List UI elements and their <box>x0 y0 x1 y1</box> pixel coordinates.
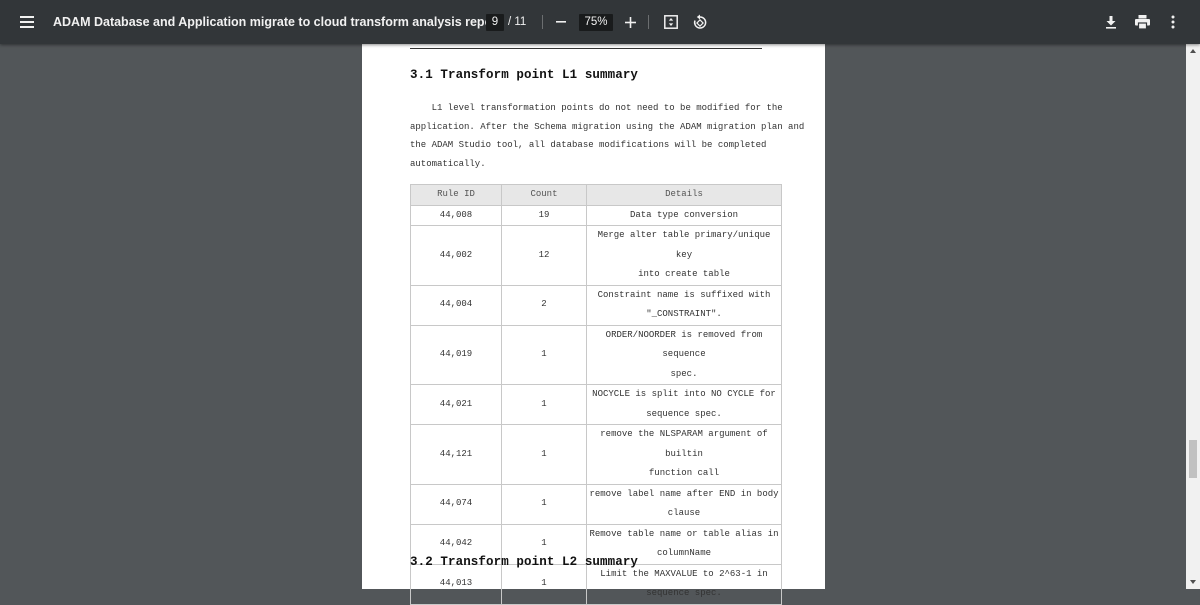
table-row: 44,013 1 Limit the MAXVALUE to 2^63-1 in… <box>410 563 782 605</box>
paragraph-line: application. After the Schema migration … <box>410 121 805 132</box>
menu-icon[interactable] <box>14 9 40 35</box>
scrollbar-thumb[interactable] <box>1189 440 1197 478</box>
details-cell: NOCYCLE is split into NO CYCLE for sequen… <box>586 384 782 425</box>
details-cell: Constraint name is suffixed with "_CONSTR… <box>586 284 782 326</box>
vertical-scrollbar[interactable] <box>1186 44 1200 589</box>
zoom-out-icon[interactable] <box>553 12 569 32</box>
print-icon[interactable] <box>1133 13 1151 31</box>
page-total: / 11 <box>508 16 527 28</box>
rule-id-cell: 44,004 <box>410 284 502 326</box>
toolbar-divider <box>542 15 543 29</box>
table-row: 44,004 2 Constraint name is suffixed wit… <box>410 284 782 326</box>
details-cell: Limit the MAXVALUE to 2^63-1 in sequence … <box>586 563 782 605</box>
column-header-count: Count <box>501 184 587 206</box>
paragraph-line: automatically. <box>410 158 486 169</box>
scroll-down-arrow-icon[interactable] <box>1186 575 1200 589</box>
table-row: 44,019 1 ORDER/NOORDER is removed from s… <box>410 324 782 385</box>
rules-table: Rule ID Count Details 44,008 19 Data typ… <box>410 184 782 605</box>
column-header-rule-id: Rule ID <box>410 184 502 206</box>
rotate-icon[interactable] <box>690 12 710 32</box>
more-options-icon[interactable] <box>1165 13 1181 31</box>
rule-id-cell: 44,008 <box>410 204 502 226</box>
table-row: 44,074 1 remove label name after END in … <box>410 483 782 525</box>
rule-id-cell: 44,002 <box>410 225 502 286</box>
pdf-toolbar: ADAM Database and Application migrate to… <box>0 0 1200 44</box>
details-line: Remove table name or table alias in <box>589 528 779 539</box>
document-title: ADAM Database and Application migrate to… <box>53 15 502 29</box>
details-line: ORDER/NOORDER is removed from sequence <box>605 329 763 360</box>
details-line: Constraint name is suffixed with <box>597 289 771 300</box>
table-row: 44,008 19 Data type conversion <box>410 204 782 226</box>
table-row: 44,121 1 remove the NLSPARAM argument of… <box>410 424 782 485</box>
table-row: 44,002 12 Merge alter table primary/uniq… <box>410 225 782 286</box>
details-line: spec. <box>670 368 698 379</box>
table-header-row: Rule ID Count Details <box>410 184 782 206</box>
count-cell: 19 <box>501 204 587 226</box>
details-cell: remove label name after END in body claus… <box>586 483 782 525</box>
details-line: NOCYCLE is split into NO CYCLE for <box>592 389 776 399</box>
toolbar-divider <box>648 15 649 29</box>
count-cell: 1 <box>501 424 587 485</box>
count-cell: 2 <box>501 284 587 326</box>
details-line: Data type conversion <box>629 209 739 220</box>
paragraph-line: the ADAM Studio tool, all database modif… <box>410 140 767 150</box>
paragraph-line: L1 level transformation points do not ne… <box>410 103 783 113</box>
details-line: remove label name after END in body <box>589 488 779 499</box>
pdf-page: 3.1 Transform point L1 summary L1 level … <box>362 44 825 605</box>
page-top-rule <box>410 48 762 49</box>
details-line: into create table <box>638 269 730 279</box>
table-row: 44,021 1 NOCYCLE is split into NO CYCLE … <box>410 384 782 425</box>
column-header-details: Details <box>586 184 782 206</box>
count-cell: 12 <box>501 225 587 286</box>
count-cell: 1 <box>501 483 587 525</box>
count-cell: 1 <box>501 324 587 385</box>
details-line: sequence spec. <box>646 408 722 419</box>
details-line: clause <box>667 508 701 518</box>
details-cell: Merge alter table primary/unique key into… <box>586 225 782 286</box>
details-line: sequence spec. <box>646 588 722 598</box>
details-line: function call <box>648 468 720 478</box>
scroll-up-arrow-icon[interactable] <box>1186 44 1200 58</box>
page-number-input[interactable]: 9 <box>486 14 504 31</box>
count-cell: 1 <box>501 384 587 425</box>
rule-id-cell: 44,074 <box>410 483 502 525</box>
details-line: "_CONSTRAINT". <box>646 309 722 319</box>
details-line: Merge alter table primary/unique key <box>597 230 771 260</box>
rule-id-cell: 44,013 <box>410 563 502 605</box>
fit-page-icon[interactable] <box>662 13 680 31</box>
rule-id-cell: 44,019 <box>410 324 502 385</box>
zoom-in-icon[interactable] <box>622 12 638 32</box>
details-line: remove the NLSPARAM argument of builtin <box>600 429 768 459</box>
details-cell: ORDER/NOORDER is removed from sequence sp… <box>586 324 782 385</box>
section-heading-l1: 3.1 Transform point L1 summary <box>410 68 639 82</box>
zoom-level-input[interactable]: 75% <box>579 14 613 31</box>
rule-id-cell: 44,121 <box>410 424 502 485</box>
download-icon[interactable] <box>1102 13 1120 31</box>
details-cell: remove the NLSPARAM argument of builtin f… <box>586 424 782 485</box>
rule-id-cell: 44,021 <box>410 384 502 425</box>
count-cell: 1 <box>501 563 587 605</box>
section-heading-l2: 3.2 Transform point L2 summary <box>410 555 639 569</box>
details-cell: Data type conversion <box>586 204 782 226</box>
